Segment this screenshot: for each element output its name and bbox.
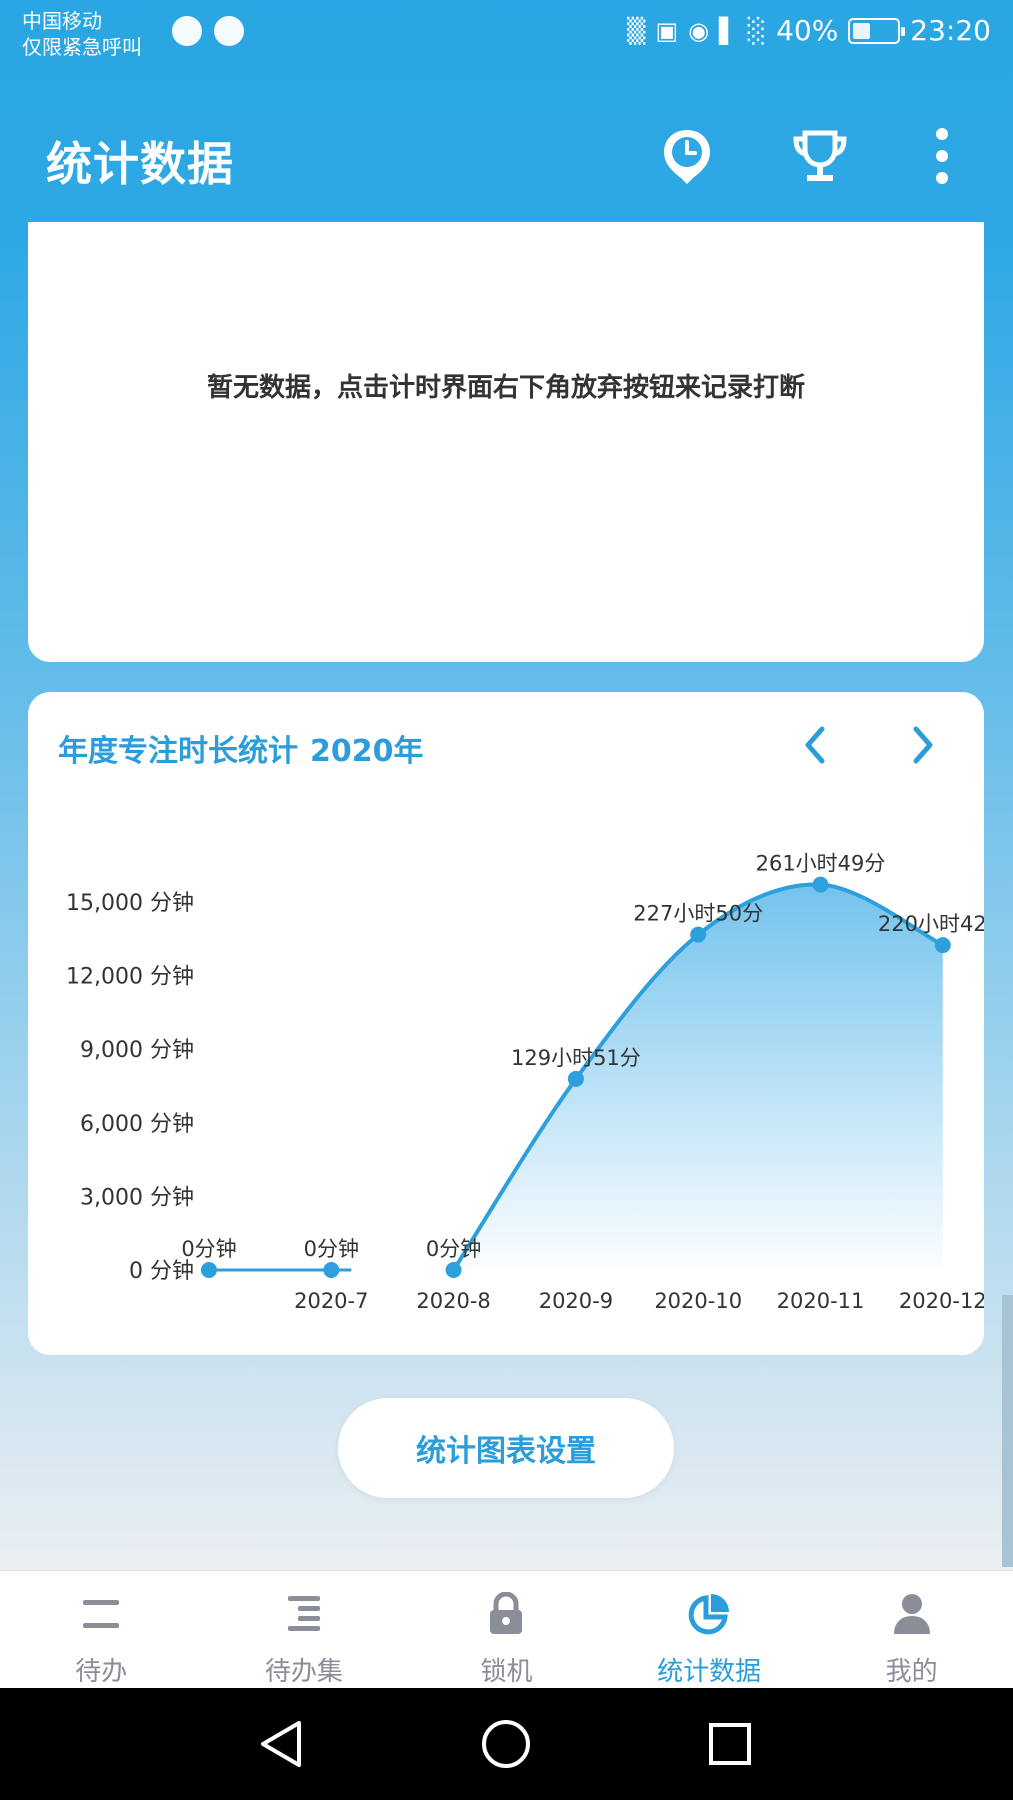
recents-icon[interactable] — [702, 1716, 758, 1772]
x-tick-label: 2020-10 — [654, 1289, 742, 1313]
nav-item-statistics[interactable]: 统计数据 — [608, 1571, 811, 1688]
data-point — [812, 876, 829, 893]
menu-lines-icon — [78, 1591, 124, 1637]
qq-icon — [172, 16, 202, 46]
nav-label: 待办 — [75, 1657, 128, 1687]
person-icon — [889, 1591, 935, 1637]
system-nav-bar — [0, 1688, 1013, 1800]
hd-icon: ▣ — [655, 16, 679, 45]
y-tick-label: 0 分钟 — [129, 1259, 194, 1284]
data-point — [323, 1262, 340, 1278]
battery-icon — [848, 17, 906, 44]
nav-item-lock[interactable]: 锁机 — [405, 1571, 608, 1688]
page-title: 统计数据 — [46, 137, 234, 191]
nav-label: 统计数据 — [657, 1657, 762, 1687]
empty-state-message: 暂无数据，点击计时界面右下角放弃按钮来记录打断 — [206, 373, 805, 403]
sync-icon — [214, 16, 244, 46]
nav-label: 锁机 — [480, 1657, 533, 1687]
data-point — [934, 937, 951, 954]
trophy-icon[interactable] — [788, 124, 852, 188]
clock: 23:20 — [910, 14, 991, 47]
timer-icon[interactable] — [655, 124, 719, 188]
scrollbar[interactable] — [1002, 1295, 1013, 1567]
carrier-info: 中国移动 仅限紧急呼叫 — [22, 8, 142, 60]
bottom-nav: 待办 待办集 锁机 统计数据 我的 — [0, 1570, 1013, 1688]
data-label: 220小时42分 — [878, 912, 984, 936]
carrier-name: 中国移动 — [22, 9, 102, 33]
nav-label: 我的 — [885, 1657, 938, 1687]
yearly-focus-chart-card: 年度专注时长统计 2020年 0 分钟 3,000 分钟 6,000 分钟 9,000 … — [28, 692, 984, 1355]
data-label: 227小时50分 — [633, 902, 763, 926]
back-icon[interactable] — [254, 1716, 310, 1772]
data-point — [201, 1262, 217, 1278]
data-label: 129小时51分 — [511, 1046, 641, 1070]
app-bar: 统计数据 — [0, 100, 1013, 220]
data-label: 0分钟 — [181, 1237, 236, 1261]
eye-icon: ◉ — [688, 16, 710, 45]
home-icon[interactable] — [478, 1716, 534, 1772]
chart-settings-button[interactable]: 统计图表设置 — [338, 1398, 674, 1498]
x-tick-label: 2020-8 — [416, 1289, 490, 1313]
vibrate-icon: ▒ — [627, 16, 646, 45]
x-tick-label: 2020-12 — [899, 1289, 984, 1313]
nav-item-todo-sets[interactable]: 待办集 — [203, 1571, 406, 1688]
signal-off-icon: ░ — [747, 16, 767, 45]
lock-icon — [483, 1591, 529, 1637]
interruption-card: 暂无数据，点击计时界面右下角放弃按钮来记录打断 — [28, 222, 984, 662]
x-tick-label: 2020-9 — [539, 1289, 613, 1313]
carrier-status: 仅限紧急呼叫 — [22, 35, 142, 59]
y-tick-label: 3,000 分钟 — [80, 1185, 194, 1210]
more-icon[interactable] — [910, 124, 974, 188]
nav-item-profile[interactable]: 我的 — [810, 1571, 1013, 1688]
data-point — [567, 1070, 584, 1087]
data-label: 0分钟 — [304, 1237, 359, 1261]
nav-item-todo[interactable]: 待办 — [0, 1571, 203, 1688]
data-point — [445, 1262, 462, 1278]
signal-4g-icon: ▌ — [719, 16, 738, 45]
data-label: 261小时49分 — [756, 852, 886, 876]
focus-duration-chart: 0 分钟 3,000 分钟 6,000 分钟 9,000 分钟 12,000 分钟 15,… — [66, 852, 984, 1313]
x-tick-label: 2020-11 — [777, 1289, 865, 1313]
y-tick-label: 12,000 分钟 — [66, 965, 194, 990]
list-stack-icon — [281, 1591, 327, 1637]
y-tick-label: 9,000 分钟 — [80, 1038, 194, 1063]
data-label: 0分钟 — [426, 1237, 481, 1261]
y-tick-label: 15,000 分钟 — [66, 891, 194, 916]
x-tick-label: 2020-7 — [294, 1289, 368, 1313]
y-tick-label: 6,000 分钟 — [80, 1112, 194, 1137]
pie-chart-icon — [686, 1591, 732, 1637]
data-point — [690, 926, 707, 943]
status-bar: 中国移动 仅限紧急呼叫 ▒ ▣ ◉ ▌ ░ 40% 23:20 — [0, 0, 1013, 70]
nav-label: 待办集 — [264, 1657, 343, 1687]
battery-percent: 40% — [776, 14, 839, 47]
